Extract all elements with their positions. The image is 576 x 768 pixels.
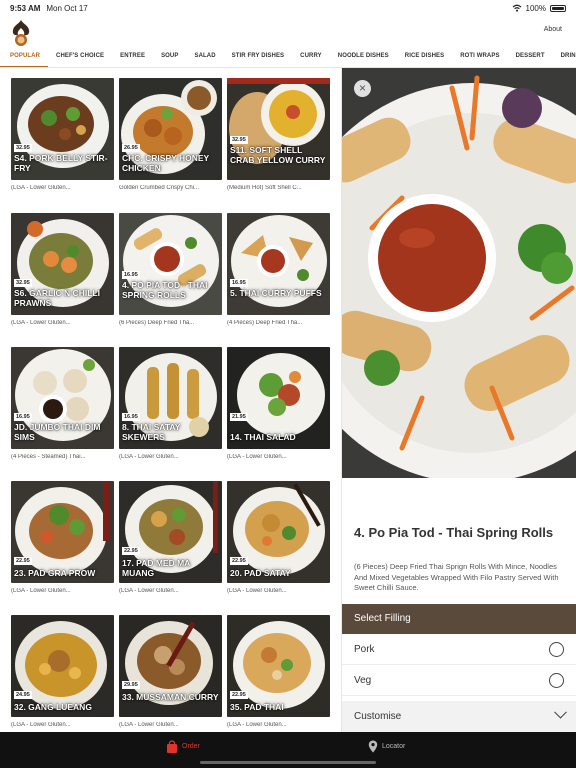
price-badge: 16.95 <box>122 413 140 421</box>
detail-description: (6 Pieces) Deep Fried Thai Sprign Rolls … <box>354 562 559 592</box>
tab-popular[interactable]: POPULAR <box>0 46 49 67</box>
tab-soup[interactable]: SOUP <box>153 46 186 67</box>
price-badge: 32.95 <box>14 279 32 287</box>
item-name: 4. PO PIA TOD - THAI SPRING ROLLS <box>122 280 208 300</box>
tab-roti-wraps[interactable]: ROTI WRAPS <box>452 46 507 67</box>
menu-item-card[interactable]: 21.95 14. THAI SALAD (LGA - Lower Gluten… <box>227 347 330 460</box>
tab-chefs-choice[interactable]: CHEF'S CHOICE <box>48 46 112 67</box>
item-name: 23. PAD GRA PROW <box>14 568 96 578</box>
price-badge: 29.95 <box>122 681 140 689</box>
home-indicator <box>200 761 376 764</box>
option-label: Veg <box>354 675 372 686</box>
menu-item-card[interactable]: 16.95 JD. JUMBO THAI DIM SIMS (4 Pieces … <box>11 347 114 460</box>
item-name: S11. SOFT SHELL CRAB YELLOW CURRY <box>230 145 326 165</box>
price-badge: 16.95 <box>230 279 248 287</box>
price-badge: 22.95 <box>122 547 140 555</box>
nav-locator[interactable]: Locator <box>368 740 405 753</box>
price-badge: 32.95 <box>230 136 248 144</box>
menu-item-card[interactable]: 29.95 33. MUSSAMAN CURRY (LGA - Lower Gl… <box>119 615 222 728</box>
menu-item-card[interactable]: 32.95 S11. SOFT SHELL CRAB YELLOW CURRY … <box>227 78 330 191</box>
item-name: 17. PAD MED MA MUANG <box>122 558 191 578</box>
item-name: S6. GARLIC N CHILLI PRAWNS <box>14 288 100 308</box>
radio-button[interactable] <box>549 642 564 657</box>
status-bar: 9:53 AM Mon Oct 17 100% <box>0 0 576 16</box>
tab-entree[interactable]: ENTREE <box>112 46 153 67</box>
price-badge: 22.95 <box>230 691 248 699</box>
bottom-nav: Order Locator <box>0 732 576 768</box>
tab-noodle-dishes[interactable]: NOODLE DISHES <box>330 46 397 67</box>
chevron-down-icon <box>554 705 567 719</box>
location-pin-icon <box>368 740 378 753</box>
nav-order[interactable]: Order <box>166 740 200 753</box>
menu-item-card[interactable]: 32.95 S6. GARLIC N CHILLI PRAWNS (LGA - … <box>11 213 114 326</box>
app-header: About <box>0 16 576 46</box>
detail-photo: × <box>342 68 576 478</box>
close-button[interactable]: × <box>354 80 371 97</box>
price-badge: 22.95 <box>230 557 248 565</box>
item-name: CHC. CRISPY HONEY CHICKEN <box>122 153 210 173</box>
menu-item-card[interactable]: 22.95 20. PAD SATAY (LGA - Lower Gluten.… <box>227 481 330 594</box>
item-name: 8. THAI SATAY SKEWERS <box>122 422 181 442</box>
select-filling-header: Select Filling <box>342 604 576 634</box>
customise-label: Customise <box>354 711 402 722</box>
item-name: S4. PORK BELLY STIR-FRY <box>14 153 108 173</box>
price-badge: 21.95 <box>230 413 248 421</box>
item-name: 20. PAD SATAY <box>230 568 291 578</box>
tab-salad[interactable]: SALAD <box>186 46 223 67</box>
menu-item-card[interactable]: 24.95 32. GANG LUEANG (LGA - Lower Glute… <box>11 615 114 728</box>
item-detail-panel: × 4. Po Pia Tod - Thai Spring Rolls (6 P… <box>341 68 576 732</box>
tab-drinks[interactable]: DRINKS <box>553 46 576 67</box>
price-badge: 24.95 <box>14 691 32 699</box>
menu-grid: 32.95 S4. PORK BELLY STIR-FRY (LGA - Low… <box>0 68 340 732</box>
battery-percent: 100% <box>525 3 546 13</box>
detail-title: 4. Po Pia Tod - Thai Spring Rolls <box>354 525 554 540</box>
item-name: 14. THAI SALAD <box>230 432 296 442</box>
tab-dessert[interactable]: DESSERT <box>508 46 553 67</box>
tab-rice-dishes[interactable]: RICE DISHES <box>397 46 452 67</box>
menu-item-card[interactable]: 26.95 CHC. CRISPY HONEY CHICKEN Golden C… <box>119 78 222 191</box>
about-link[interactable]: About <box>544 26 562 33</box>
status-time: 9:53 AM <box>10 3 41 13</box>
item-name: 5. THAI CURRY PUFFS <box>230 288 322 298</box>
price-badge: 32.95 <box>14 144 32 152</box>
price-badge: 22.95 <box>14 557 32 565</box>
status-right: 100% <box>512 4 566 13</box>
menu-item-card[interactable]: 22.95 23. PAD GRA PROW (LGA - Lower Glut… <box>11 481 114 594</box>
nav-order-label: Order <box>182 743 200 750</box>
item-name: 33. MUSSAMAN CURRY <box>122 692 219 702</box>
restaurant-logo <box>12 20 30 46</box>
tab-curry[interactable]: CURRY <box>292 46 330 67</box>
menu-item-card[interactable]: 16.95 8. THAI SATAY SKEWERS (LGA - Lower… <box>119 347 222 460</box>
filling-option-veg[interactable]: Veg <box>342 665 576 696</box>
menu-item-card[interactable]: 16.95 4. PO PIA TOD - THAI SPRING ROLLS … <box>119 213 222 326</box>
menu-item-card[interactable]: 32.95 S4. PORK BELLY STIR-FRY (LGA - Low… <box>11 78 114 191</box>
price-badge: 16.95 <box>122 271 140 279</box>
option-label: Pork <box>354 644 375 655</box>
battery-icon <box>550 4 566 12</box>
tab-stir-fry[interactable]: STIR FRY DISHES <box>224 46 293 67</box>
price-badge: 16.95 <box>14 413 32 421</box>
customise-section[interactable]: Customise <box>342 701 576 732</box>
status-date: Mon Oct 17 <box>46 3 88 13</box>
menu-item-card[interactable]: 22.95 35. PAD THAI (LGA - Lower Gluten..… <box>227 615 330 728</box>
radio-button[interactable] <box>549 673 564 688</box>
category-tabs: POPULAR CHEF'S CHOICE ENTREE SOUP SALAD … <box>0 46 576 68</box>
item-name: 35. PAD THAI <box>230 702 284 712</box>
shopping-bag-icon <box>167 740 177 753</box>
item-name: 32. GANG LUEANG <box>14 702 92 712</box>
wifi-icon <box>512 4 521 12</box>
filling-option-pork[interactable]: Pork <box>342 634 576 665</box>
nav-locator-label: Locator <box>382 743 406 750</box>
price-badge: 26.95 <box>122 144 140 152</box>
menu-item-card[interactable]: 22.95 17. PAD MED MA MUANG (LGA - Lower … <box>119 481 222 594</box>
item-name: JD. JUMBO THAI DIM SIMS <box>14 422 101 442</box>
menu-item-card[interactable]: 16.95 5. THAI CURRY PUFFS (4 Pieces) Dee… <box>227 213 330 326</box>
